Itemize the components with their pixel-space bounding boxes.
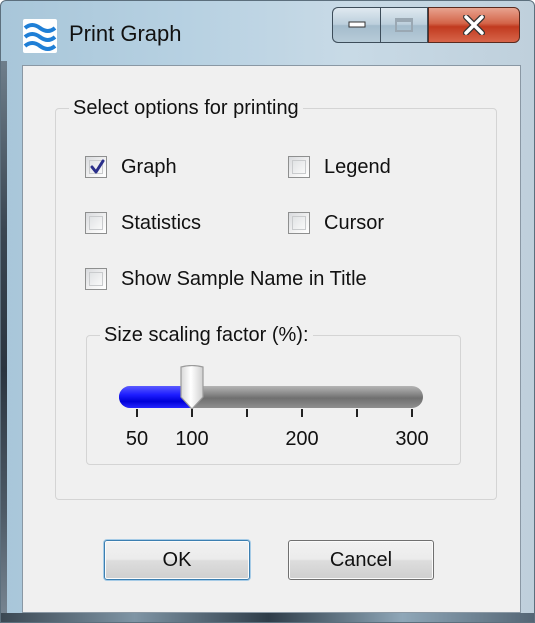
slider-tick-label: 300	[395, 428, 429, 450]
window-bottom-edge	[1, 613, 534, 622]
cancel-button[interactable]: Cancel	[288, 540, 434, 580]
options-group-label: Select options for printing	[69, 97, 303, 120]
cursor-checkbox[interactable]	[288, 212, 310, 234]
legend-checkbox[interactable]	[288, 156, 310, 178]
print-graph-dialog: Print Graph Select options for printing …	[0, 0, 535, 623]
scaling-slider-track[interactable]	[119, 386, 423, 408]
show-sample-name-label: Show Sample Name in Title	[121, 267, 367, 290]
slider-tick	[246, 409, 248, 417]
statistics-label: Statistics	[121, 211, 202, 234]
graph-checkbox[interactable]	[85, 156, 107, 178]
graph-label: Graph	[121, 155, 177, 178]
cursor-label: Cursor	[324, 211, 385, 234]
scaling-slider-thumb[interactable]	[177, 365, 207, 411]
slider-tick	[136, 409, 138, 417]
graph-checkbox-row[interactable]: Graph	[85, 154, 177, 180]
window-edge-shadow	[1, 61, 7, 622]
slider-tick	[411, 409, 413, 417]
minimize-icon	[348, 21, 365, 28]
window-title: Print Graph	[69, 21, 182, 46]
close-button[interactable]	[428, 7, 520, 43]
caption-buttons	[332, 7, 520, 43]
ok-button[interactable]: OK	[104, 540, 250, 580]
slider-tick-label: 200	[285, 428, 319, 450]
slider-tick	[356, 409, 358, 417]
maximize-icon	[395, 18, 413, 32]
legend-checkbox-row[interactable]: Legend	[288, 154, 391, 180]
slider-tick-label: 100	[175, 428, 209, 450]
statistics-checkbox-row[interactable]: Statistics	[85, 210, 201, 236]
close-icon	[463, 15, 485, 35]
slider-tick-label: 50	[125, 428, 149, 450]
checkmark-icon	[90, 159, 105, 174]
show-sample-name-checkbox[interactable]	[85, 268, 107, 290]
slider-tick	[191, 409, 193, 417]
slider-tick	[301, 409, 303, 417]
statistics-checkbox[interactable]	[85, 212, 107, 234]
title-bar[interactable]: Print Graph	[1, 1, 534, 63]
wave-icon	[23, 19, 57, 53]
minimize-button[interactable]	[332, 7, 380, 43]
maximize-button[interactable]	[380, 7, 428, 43]
cursor-checkbox-row[interactable]: Cursor	[288, 210, 384, 236]
scaling-group-label: Size scaling factor (%):	[100, 324, 313, 347]
legend-label: Legend	[324, 155, 391, 178]
show-sample-name-checkbox-row[interactable]: Show Sample Name in Title	[85, 266, 367, 292]
